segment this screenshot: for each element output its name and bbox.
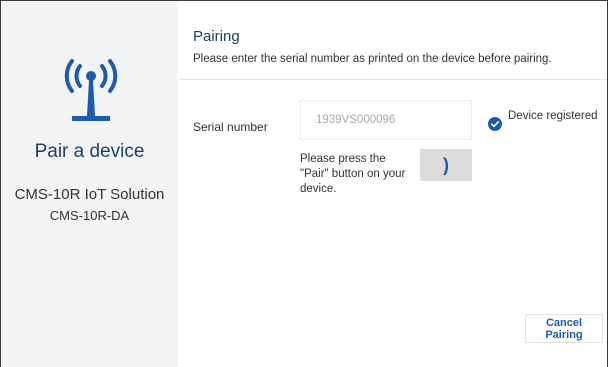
pair-instruction: Please press the "Pair" button on your d… <box>300 153 406 195</box>
product-model: CMS-10R-DA <box>49 208 130 223</box>
pairing-title: Pairing <box>193 28 240 45</box>
serial-number-label: Serial number <box>193 120 268 134</box>
cancel-pairing-button[interactable]: Cancel Pairing <box>525 314 603 343</box>
device-registered-status: Device registered <box>508 110 598 122</box>
pairing-description: Please enter the serial number as printe… <box>193 53 552 65</box>
serial-number-input[interactable] <box>300 100 472 140</box>
pair-device-title: Pair a device <box>34 141 145 162</box>
pair-progress-button[interactable]: ) <box>420 149 472 181</box>
product-name: CMS-10R IoT Solution <box>14 186 165 203</box>
antenna-icon <box>64 59 118 121</box>
header-divider <box>179 79 607 80</box>
check-circle-icon <box>488 117 502 131</box>
device-info-panel: Pair a device CMS-10R IoT Solution CMS-1… <box>1 1 178 367</box>
